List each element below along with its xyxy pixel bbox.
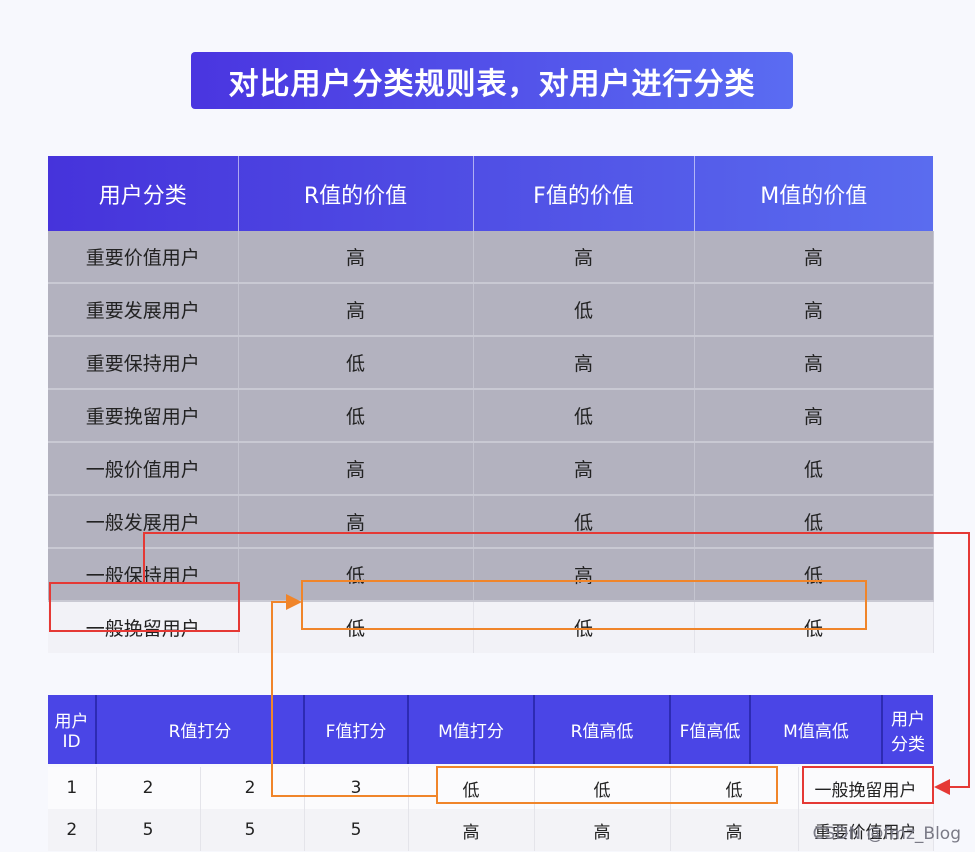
user-levels-highlight-box — [436, 766, 778, 804]
user-category-highlight-box — [802, 766, 934, 804]
rules-header-cell: 用户分类 — [48, 156, 239, 231]
user-id-cell: 2 — [48, 809, 97, 851]
rule-values-highlight-box — [301, 580, 867, 630]
level-cell: 高 — [534, 809, 671, 851]
users-header-cell: R值高低 — [534, 695, 671, 764]
table-row: 重要发展用户 高 低 高 — [48, 283, 934, 337]
rule-category-cell: 重要挽留用户 — [48, 389, 239, 443]
red-arrowhead — [934, 779, 950, 795]
rule-value-cell: 高 — [238, 495, 474, 549]
table-row: 2 5 5 5 高 高 高 重要价值用户 — [48, 809, 934, 851]
score-cell: 5 — [304, 809, 409, 851]
page-title-banner: 对比用户分类规则表，对用户进行分类 — [191, 52, 793, 109]
watermark: CSDN @fmz_Blog — [812, 824, 961, 844]
rule-value-cell: 高 — [473, 336, 695, 390]
users-header-cell: 用户分类 — [882, 695, 933, 764]
users-header-cell: 用户ID — [48, 695, 97, 764]
users-header-cell: M值高低 — [750, 695, 883, 764]
rule-value-cell: 高 — [238, 442, 474, 496]
rule-category-cell: 重要保持用户 — [48, 336, 239, 390]
rules-header-cell: F值的价值 — [473, 156, 695, 231]
users-header-cell: F值打分 — [304, 695, 409, 764]
rules-header-cell: R值的价值 — [238, 156, 474, 231]
rule-category-cell: 一般价值用户 — [48, 442, 239, 496]
rule-value-cell: 低 — [473, 283, 695, 337]
users-header-cell: F值高低 — [670, 695, 751, 764]
rule-value-cell: 高 — [238, 231, 474, 284]
rule-value-cell: 低 — [238, 389, 474, 443]
users-header-row: 用户ID R值打分 F值打分 M值打分 R值高低 F值高低 M值高低 用户分类 — [48, 695, 933, 764]
rule-value-cell: 高 — [694, 231, 934, 284]
rule-value-cell: 低 — [473, 495, 695, 549]
rule-value-cell: 高 — [473, 442, 695, 496]
rules-header-row: 用户分类 R值的价值 F值的价值 M值的价值 — [48, 156, 933, 231]
table-row: 一般发展用户 高 低 低 — [48, 495, 934, 549]
score-cell: 5 — [96, 809, 201, 851]
score-cell: 5 — [200, 809, 305, 851]
rule-value-cell: 低 — [694, 442, 934, 496]
table-row: 重要挽留用户 低 低 高 — [48, 389, 934, 443]
rule-value-cell: 高 — [694, 336, 934, 390]
rule-value-cell: 低 — [694, 495, 934, 549]
level-cell: 高 — [408, 809, 535, 851]
rule-value-cell: 低 — [473, 389, 695, 443]
score-cell: 3 — [304, 767, 409, 809]
rule-value-cell: 高 — [238, 283, 474, 337]
rule-value-cell: 高 — [694, 389, 934, 443]
users-header-cell: M值打分 — [408, 695, 535, 764]
users-header-cell: R值打分 — [96, 695, 305, 764]
level-cell: 高 — [670, 809, 799, 851]
table-row: 重要保持用户 低 高 高 — [48, 336, 934, 390]
score-cell: 2 — [96, 767, 201, 809]
score-cell: 2 — [200, 767, 305, 809]
classification-rules-table: 用户分类 R值的价值 F值的价值 M值的价值 重要价值用户 高 高 高 重要发展… — [48, 156, 934, 653]
user-id-cell: 1 — [48, 767, 97, 809]
rule-category-highlight-box — [49, 582, 240, 632]
table-row: 一般价值用户 高 高 低 — [48, 442, 934, 496]
rule-category-cell: 重要价值用户 — [48, 231, 239, 284]
rule-value-cell: 高 — [473, 231, 695, 284]
rules-header-cell: M值的价值 — [760, 183, 868, 209]
table-row: 重要价值用户 高 高 高 — [48, 231, 934, 284]
rule-value-cell: 低 — [238, 336, 474, 390]
rule-value-cell: 高 — [694, 283, 934, 337]
rule-category-cell: 一般发展用户 — [48, 495, 239, 549]
user-scores-table: 用户ID R值打分 F值打分 M值打分 R值高低 F值高低 M值高低 用户分类 — [48, 695, 933, 764]
rule-category-cell: 重要发展用户 — [48, 283, 239, 337]
